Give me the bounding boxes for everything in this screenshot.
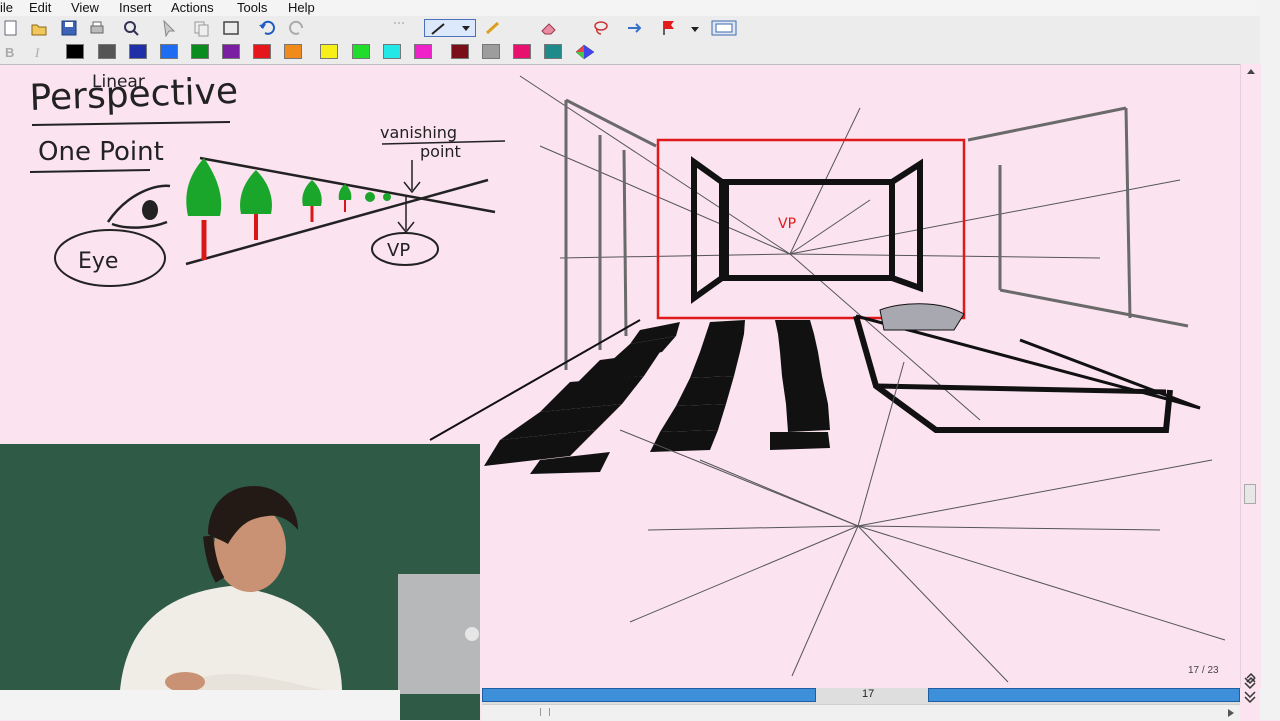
color-swatch-maroon[interactable]: [451, 44, 469, 59]
menu-help[interactable]: Help: [288, 0, 315, 15]
color-swatch-magenta[interactable]: [414, 44, 432, 59]
italic-icon[interactable]: I: [30, 43, 48, 61]
undo-icon[interactable]: [258, 19, 276, 37]
chevron-down-icon[interactable]: [690, 19, 700, 37]
highlighter-icon[interactable]: [484, 19, 502, 37]
svg-text:B: B: [5, 45, 14, 60]
color-swatch-purple[interactable]: [222, 44, 240, 59]
annotation-vanishing: vanishing: [380, 123, 457, 142]
menu-insert[interactable]: Insert: [119, 0, 152, 15]
desk-surface: [0, 690, 400, 720]
insert-space-icon[interactable]: [626, 19, 644, 37]
subtitle-one-point: One Point: [38, 137, 164, 167]
color-swatch-red[interactable]: [253, 44, 271, 59]
presenter-video: [0, 444, 480, 720]
print-icon[interactable]: [88, 19, 106, 37]
color-picker-icon[interactable]: [574, 43, 596, 61]
color-swatch-silver[interactable]: [482, 44, 500, 59]
vp-label: VP: [387, 240, 410, 261]
presenter-figure: [0, 444, 480, 720]
copy-icon[interactable]: [192, 19, 210, 37]
menu-edit[interactable]: Edit: [29, 0, 51, 15]
fullscreen-icon[interactable]: [710, 19, 738, 37]
color-swatch-lime[interactable]: [352, 44, 370, 59]
vertical-scrollbar[interactable]: [1240, 64, 1261, 688]
flag-icon[interactable]: [660, 19, 678, 37]
horizontal-scrollbar[interactable]: [482, 704, 1240, 721]
find-icon[interactable]: [122, 19, 140, 37]
main-toolbar: [0, 16, 1260, 41]
menu-view[interactable]: View: [71, 0, 99, 15]
pen-icon: [431, 23, 445, 35]
color-swatch-black[interactable]: [66, 44, 84, 59]
menu-actions[interactable]: Actions: [171, 0, 214, 15]
new-page-icon[interactable]: [2, 19, 20, 37]
room-vp-label: VP: [778, 216, 796, 232]
color-swatch-cyan[interactable]: [383, 44, 401, 59]
redo-icon[interactable]: [288, 19, 306, 37]
select-icon[interactable]: [222, 19, 240, 37]
color-swatch-pink[interactable]: [513, 44, 531, 59]
page-thumbnails-left[interactable]: [482, 688, 816, 702]
bold-icon[interactable]: B: [2, 43, 20, 61]
pointer-icon[interactable]: [160, 19, 178, 37]
color-swatch-gray[interactable]: [98, 44, 116, 59]
separator-icon: [394, 22, 404, 24]
title-perspective: Perspective: [29, 71, 239, 119]
save-icon[interactable]: [60, 19, 78, 37]
palette-toolbar: B I: [0, 40, 1260, 65]
bed-drawing: [853, 303, 1201, 433]
lasso-icon[interactable]: [592, 19, 610, 37]
open-icon[interactable]: [30, 19, 48, 37]
color-swatch-yellow[interactable]: [320, 44, 338, 59]
menu-bar: ile Edit View Insert Actions Tools Help: [0, 0, 1260, 17]
current-page-number: 17: [862, 688, 875, 700]
perspective-diagram: Eye VP: [54, 156, 496, 287]
room-drawing: VP: [429, 75, 1226, 683]
page-navigator[interactable]: 17: [482, 688, 1240, 704]
page-down-icon[interactable]: [1242, 674, 1258, 704]
pen-tool-button[interactable]: [424, 19, 476, 37]
scroll-right-icon[interactable]: [1227, 708, 1235, 718]
title-area: Linear Perspective One Point vanishing p…: [29, 71, 506, 194]
checkered-floor: [484, 320, 830, 474]
right-margin: [1260, 0, 1280, 720]
color-swatch-green[interactable]: [191, 44, 209, 59]
color-swatch-orange[interactable]: [284, 44, 302, 59]
scroll-grip[interactable]: [540, 708, 550, 716]
page-thumbnails-right[interactable]: [928, 688, 1240, 702]
color-swatch-blue[interactable]: [160, 44, 178, 59]
page-count: 17 / 23: [1188, 665, 1219, 676]
color-swatch-teal[interactable]: [544, 44, 562, 59]
menu-file[interactable]: ile: [0, 0, 13, 15]
eye-label: Eye: [78, 249, 118, 274]
color-swatch-navy[interactable]: [129, 44, 147, 59]
menu-tools[interactable]: Tools: [237, 0, 267, 15]
chevron-down-icon: [462, 26, 470, 31]
scroll-up-icon[interactable]: [1246, 67, 1256, 75]
scrollbar-thumb[interactable]: [1244, 484, 1256, 504]
annotation-point: point: [420, 142, 461, 161]
eraser-icon[interactable]: [540, 19, 558, 37]
svg-text:I: I: [34, 45, 40, 60]
